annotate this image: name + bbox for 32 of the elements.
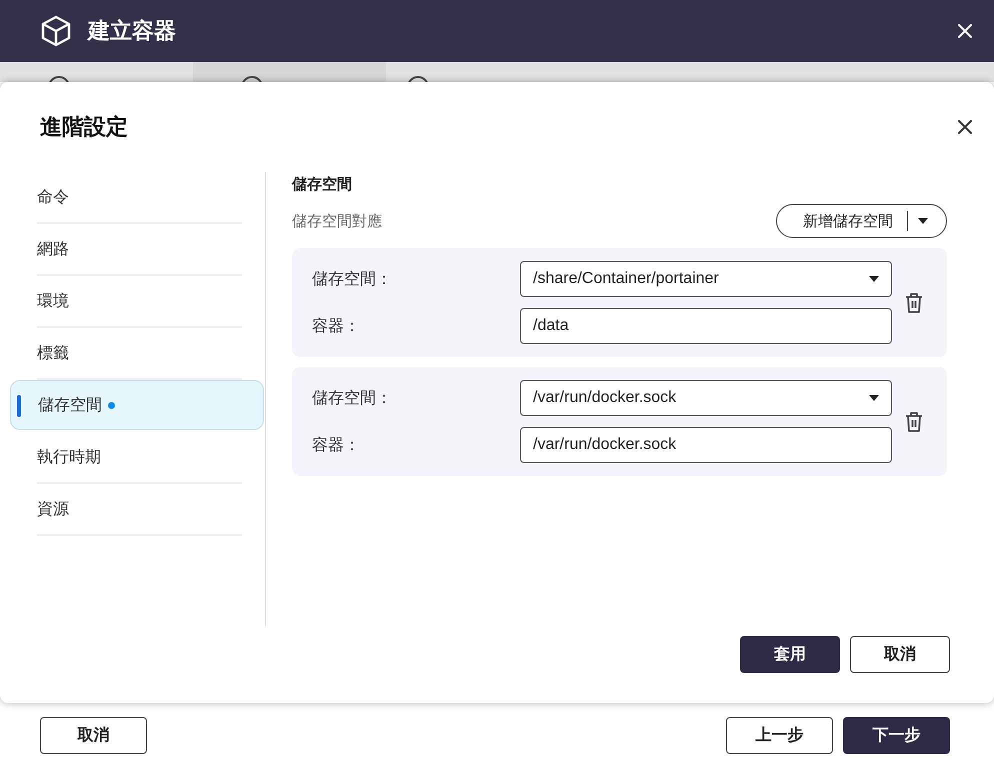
secondary-button[interactable]: 上一步 — [726, 717, 833, 754]
section-title: 儲存空間 — [292, 175, 353, 194]
add-storage-button[interactable]: 新增儲存空間 — [776, 204, 947, 238]
primary-button[interactable]: 下一步 — [843, 717, 950, 754]
storage-dropdown[interactable]: /var/run/docker.sock — [520, 380, 892, 416]
secondary-button[interactable]: 取消 — [40, 717, 147, 754]
input-field[interactable]: /var/run/docker.sock — [520, 427, 892, 463]
caret-icon — [918, 218, 928, 224]
trash-icon[interactable] — [904, 410, 924, 432]
primary-button[interactable]: 套用 — [740, 636, 840, 673]
sidebar-item[interactable]: 標籤 — [10, 328, 264, 378]
sidebar-item[interactable]: 資源 — [10, 484, 264, 534]
window-title: 建立容器 — [88, 18, 177, 46]
sidebar-item[interactable]: 執行時期 — [10, 432, 264, 482]
field-label: 儲存空間： — [312, 268, 393, 290]
trash-icon[interactable] — [904, 292, 924, 314]
field-label: 容器： — [312, 316, 361, 336]
dialog-title: 進階設定 — [40, 114, 128, 142]
caret-icon — [869, 276, 879, 282]
caret-icon — [869, 395, 879, 401]
sidebar-item[interactable]: 環境 — [10, 276, 264, 326]
cube-icon — [40, 15, 72, 47]
field-label: 儲存空間： — [312, 388, 393, 408]
input-field[interactable]: /data — [520, 308, 892, 344]
secondary-button[interactable]: 取消 — [850, 636, 950, 673]
close-icon[interactable] — [958, 120, 972, 134]
field-label: 容器： — [312, 434, 361, 456]
section-subtitle: 儲存空間對應 — [292, 212, 382, 230]
sidebar-item[interactable]: 命令 — [10, 172, 264, 222]
sidebar-item[interactable]: 儲存空間 — [10, 380, 264, 430]
sidebar-item[interactable]: 網路 — [10, 224, 264, 274]
storage-dropdown[interactable]: /share/Container/portainer — [520, 261, 892, 297]
